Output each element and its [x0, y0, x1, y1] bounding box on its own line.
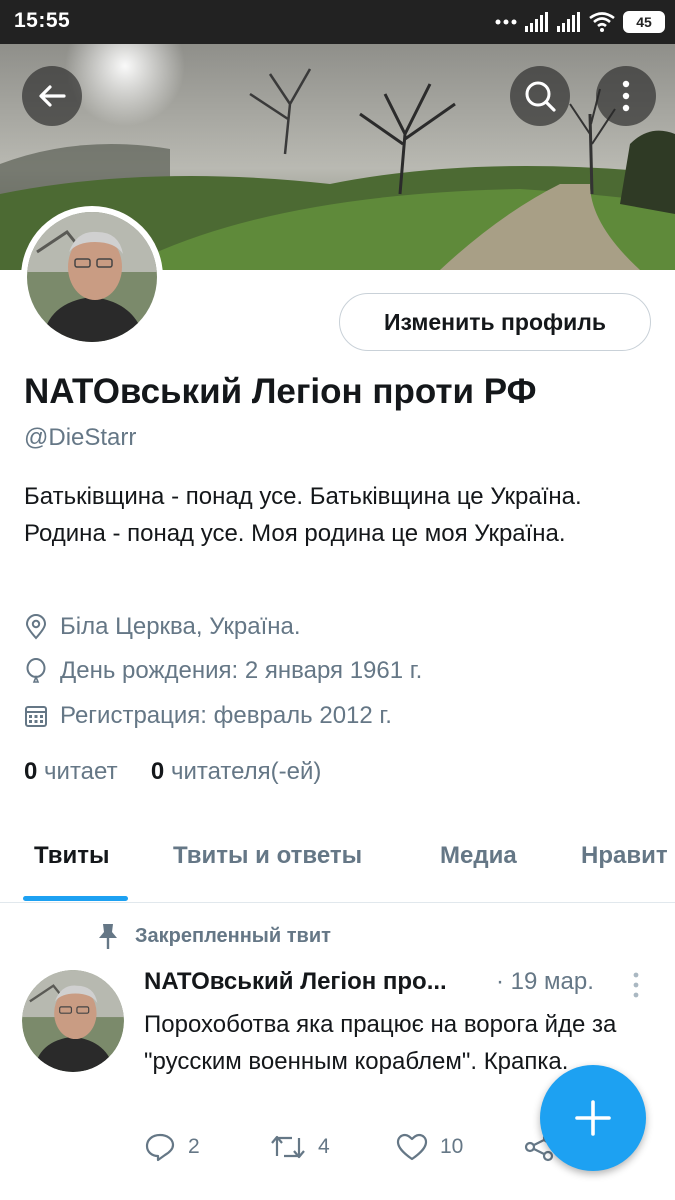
- arrow-left-icon: [39, 85, 66, 107]
- location-pin-icon: [25, 614, 47, 640]
- active-tab-indicator: [23, 896, 128, 901]
- profile-avatar[interactable]: [21, 206, 163, 348]
- followers-count: 0: [150, 758, 165, 785]
- search-icon: [525, 81, 556, 112]
- tab-tweets-replies[interactable]: Твиты и ответы: [173, 842, 362, 870]
- more-vertical-icon: [622, 80, 630, 112]
- back-button[interactable]: [22, 66, 82, 126]
- calendar-icon: [25, 706, 47, 727]
- following-count: 0: [24, 758, 38, 785]
- birthday-text: День рождения: 2 января 1961 г.: [60, 657, 423, 684]
- wifi-icon: [589, 12, 615, 32]
- following-link[interactable]: 0 читает: [24, 758, 118, 785]
- following-label: читает: [44, 758, 118, 785]
- plus-icon: [575, 1100, 611, 1136]
- tweet-more-icon[interactable]: [632, 972, 640, 998]
- balloon-icon: [26, 658, 46, 683]
- dots-icon: [495, 19, 517, 25]
- compose-tweet-button[interactable]: [540, 1065, 646, 1171]
- search-button[interactable]: [510, 66, 570, 126]
- signal-icon: [525, 12, 548, 32]
- retweet-icon: [271, 1135, 305, 1159]
- retweet-count: 4: [318, 1135, 330, 1158]
- pinned-indicator: Закрепленный твит: [95, 922, 331, 950]
- tweet-author-avatar[interactable]: [22, 970, 124, 1072]
- profile-bio: Батьківщина - понад усе. Батьківщина це …: [24, 483, 582, 547]
- followers-link[interactable]: 0 читателя(-ей): [151, 758, 322, 785]
- follow-stats: 0 читает 0 читателя(-ей): [24, 758, 321, 786]
- reply-count: 2: [188, 1135, 200, 1158]
- profile-tabs: Твиты Твиты и ответы Медиа Нравит: [0, 820, 675, 903]
- like-button[interactable]: 10: [396, 1132, 463, 1162]
- avatar-image: [22, 970, 124, 1072]
- reply-button[interactable]: 2: [144, 1132, 200, 1162]
- tweet-author-name[interactable]: NATOвський Легіон про...: [144, 968, 447, 996]
- like-count: 10: [440, 1135, 464, 1158]
- retweet-button[interactable]: 4: [270, 1132, 330, 1162]
- status-bar: 15:55 45: [0, 0, 675, 44]
- edit-profile-button[interactable]: Изменить профиль: [339, 293, 651, 351]
- location-text: Біла Церква, Україна.: [60, 613, 301, 640]
- tab-media[interactable]: Медиа: [440, 842, 517, 870]
- more-options-button[interactable]: [596, 66, 656, 126]
- tweet-header: NATOвський Легіон про... · 19 мар.: [144, 968, 654, 1002]
- status-icons: 45: [495, 10, 665, 34]
- tab-tweets[interactable]: Твиты: [34, 842, 110, 870]
- profile-handle: @DieStarr: [24, 424, 137, 451]
- joined-text: Регистрация: февраль 2012 г.: [60, 702, 392, 729]
- tab-likes[interactable]: Нравит: [581, 842, 668, 870]
- battery-icon: 45: [623, 11, 665, 33]
- signal-icon-2: [557, 12, 580, 32]
- avatar-image: [27, 212, 157, 342]
- pinned-label: Закрепленный твит: [135, 924, 331, 947]
- profile-birthday: День рождения: 2 января 1961 г.: [24, 656, 422, 686]
- profile-display-name: NATOвський Легіон проти РФ: [24, 372, 537, 411]
- profile-joined: Регистрация: февраль 2012 г.: [24, 701, 392, 731]
- heart-icon: [396, 1133, 428, 1161]
- tweet-date: · 19 мар.: [496, 968, 594, 995]
- pin-icon: [99, 924, 117, 949]
- profile-location: Біла Церква, Україна.: [24, 612, 301, 642]
- status-time: 15:55: [14, 9, 71, 32]
- followers-label: читателя(-ей): [170, 758, 322, 785]
- reply-icon: [145, 1133, 175, 1162]
